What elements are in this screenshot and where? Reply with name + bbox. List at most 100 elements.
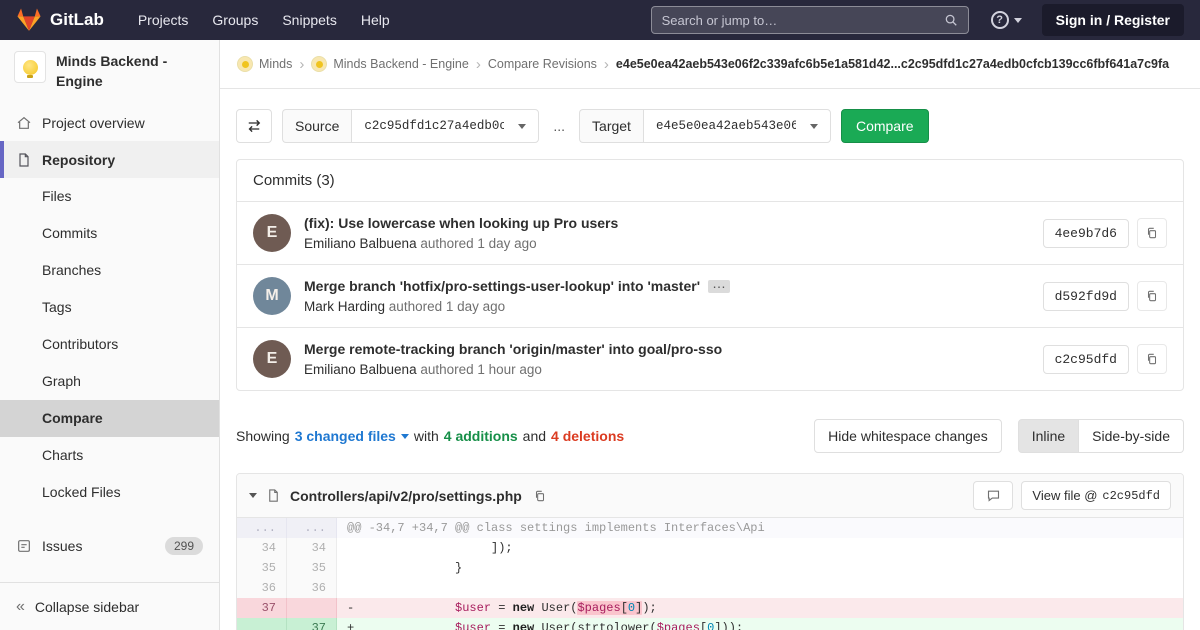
source-ref-dropdown[interactable]: c2c95dfd1c27a4edb0cf… bbox=[351, 109, 540, 143]
compare-button[interactable]: Compare bbox=[840, 109, 929, 143]
new-line-number[interactable]: 34 bbox=[287, 538, 337, 558]
help-menu[interactable] bbox=[990, 11, 1022, 29]
breadcrumb-label: e4e5e0ea42aeb543e06f2c339afc6b5e1a581d42… bbox=[615, 57, 1170, 71]
compare-form: Source c2c95dfd1c27a4edb0cf… ... Target … bbox=[236, 109, 1184, 143]
nav-link-projects[interactable]: Projects bbox=[126, 0, 201, 40]
old-line-number[interactable]: ... bbox=[237, 518, 287, 538]
group-avatar bbox=[237, 56, 253, 72]
avatar: E bbox=[253, 340, 291, 378]
commit-meta-text: authored 1 day ago bbox=[420, 236, 537, 251]
sidebar-item-charts[interactable]: Charts bbox=[0, 437, 219, 474]
hide-whitespace-button[interactable]: Hide whitespace changes bbox=[814, 419, 1002, 453]
commit-actions: 4ee9b7d6 bbox=[1042, 218, 1167, 248]
changed-files-dropdown[interactable]: 3 changed files bbox=[295, 428, 409, 444]
nav-link-help[interactable]: Help bbox=[349, 0, 402, 40]
diff-line: ...... @@ -34,7 +34,7 @@ class settings i… bbox=[237, 518, 1183, 538]
copy-sha-button[interactable] bbox=[1137, 218, 1167, 248]
copy-file-path-button[interactable] bbox=[531, 487, 549, 505]
diff-file-actions: View file @ c2c95dfd bbox=[973, 481, 1171, 510]
diff-line: 37 - $user = new User($pages[0]); bbox=[237, 598, 1183, 618]
breadcrumb-label: Minds bbox=[259, 57, 293, 71]
diff-line: 34 34 ]); bbox=[237, 538, 1183, 558]
collapse-sidebar-button[interactable]: Collapse sidebar bbox=[0, 582, 219, 630]
sidebar-item-files[interactable]: Files bbox=[0, 178, 219, 215]
target-ref-group: Target e4e5e0ea42aeb543e06f… bbox=[579, 109, 831, 143]
new-line-number[interactable]: 37 bbox=[287, 618, 337, 630]
expand-commit-message-button[interactable] bbox=[708, 279, 731, 293]
sidebar-item-issues[interactable]: Issues 299 bbox=[0, 527, 219, 564]
collapse-icon bbox=[16, 598, 25, 616]
sidebar-item-contributors[interactable]: Contributors bbox=[0, 326, 219, 363]
sidebar-item-locked-files[interactable]: Locked Files bbox=[0, 474, 219, 511]
side-by-side-view-button[interactable]: Side-by-side bbox=[1079, 419, 1184, 453]
commit-author-link[interactable]: Emiliano Balbuena bbox=[304, 236, 417, 251]
view-file-sha: c2c95dfd bbox=[1102, 488, 1160, 503]
project-context[interactable]: Minds Backend - Engine bbox=[0, 40, 219, 104]
file-icon bbox=[269, 489, 278, 502]
commit-row: E Merge remote-tracking branch 'origin/m… bbox=[237, 328, 1183, 390]
old-line-number[interactable] bbox=[237, 618, 287, 630]
commit-info: (fix): Use lowercase when looking up Pro… bbox=[304, 215, 1018, 251]
chevron-down-icon bbox=[809, 123, 818, 129]
view-file-label: View file @ bbox=[1032, 488, 1098, 503]
sidebar-item-compare[interactable]: Compare bbox=[0, 400, 219, 438]
inline-view-button[interactable]: Inline bbox=[1017, 419, 1080, 453]
commit-author-link[interactable]: Mark Harding bbox=[304, 299, 385, 314]
breadcrumb-item-compare-revisions[interactable]: Compare Revisions bbox=[488, 57, 597, 71]
sidebar-item-repository[interactable]: Repository bbox=[0, 141, 219, 179]
old-line-number[interactable]: 37 bbox=[237, 598, 287, 618]
nav-link-snippets[interactable]: Snippets bbox=[270, 0, 348, 40]
commit-sha[interactable]: 4ee9b7d6 bbox=[1042, 218, 1129, 248]
old-line-number[interactable]: 35 bbox=[237, 558, 287, 578]
view-file-button[interactable]: View file @ c2c95dfd bbox=[1021, 481, 1171, 510]
commit-title-link[interactable]: Merge remote-tracking branch 'origin/mas… bbox=[304, 341, 722, 357]
diff-file-header: Controllers/api/v2/pro/settings.php View… bbox=[237, 474, 1183, 518]
commit-author-link[interactable]: Emiliano Balbuena bbox=[304, 362, 417, 377]
file-path[interactable]: Controllers/api/v2/pro/settings.php bbox=[290, 488, 522, 504]
old-line-number[interactable]: 34 bbox=[237, 538, 287, 558]
chevron-right-icon bbox=[604, 56, 609, 73]
sidebar-item-label: Issues bbox=[42, 537, 83, 554]
sidebar-item-graph[interactable]: Graph bbox=[0, 363, 219, 400]
breadcrumb-item-minds[interactable]: Minds bbox=[237, 56, 292, 72]
diff-line-content: @@ -34,7 +34,7 @@ class settings impleme… bbox=[337, 518, 1183, 538]
commit-info: Merge branch 'hotfix/pro-settings-user-l… bbox=[304, 278, 1018, 314]
new-line-number[interactable] bbox=[287, 598, 337, 618]
diff-line-content: } bbox=[347, 561, 463, 575]
copy-sha-button[interactable] bbox=[1137, 344, 1167, 374]
commit-row: E (fix): Use lowercase when looking up P… bbox=[237, 202, 1183, 265]
new-line-number[interactable]: 35 bbox=[287, 558, 337, 578]
commit-sha[interactable]: c2c95dfd bbox=[1042, 344, 1129, 374]
sidebar-item-branches[interactable]: Branches bbox=[0, 252, 219, 289]
new-line-number[interactable]: ... bbox=[287, 518, 337, 538]
sidebar-item-tags[interactable]: Tags bbox=[0, 289, 219, 326]
home-icon bbox=[17, 116, 31, 129]
target-label: Target bbox=[579, 109, 643, 143]
diff-line: 37 + $user = new User(strtolower($pages[0… bbox=[237, 618, 1183, 630]
toggle-comments-button[interactable] bbox=[973, 481, 1014, 510]
diff-table: ...... @@ -34,7 +34,7 @@ class settings i… bbox=[237, 518, 1183, 630]
sidebar-item-commits[interactable]: Commits bbox=[0, 215, 219, 252]
gitlab-logo[interactable]: GitLab bbox=[16, 7, 104, 33]
nav-link-groups[interactable]: Groups bbox=[200, 0, 270, 40]
old-line-number[interactable]: 36 bbox=[237, 578, 287, 598]
commit-title-link[interactable]: Merge branch 'hotfix/pro-settings-user-l… bbox=[304, 278, 700, 294]
diff-line: 35 35 } bbox=[237, 558, 1183, 578]
target-ref-dropdown[interactable]: e4e5e0ea42aeb543e06f… bbox=[642, 109, 831, 143]
new-line-number[interactable]: 36 bbox=[287, 578, 337, 598]
sign-in-button[interactable]: Sign in / Register bbox=[1041, 4, 1184, 36]
copy-icon bbox=[1147, 227, 1157, 239]
help-icon bbox=[990, 11, 1009, 29]
breadcrumb-item-project[interactable]: Minds Backend - Engine bbox=[311, 56, 469, 72]
commit-sha[interactable]: d592fd9d bbox=[1042, 281, 1129, 311]
diff-view-controls: Hide whitespace changes Inline Side-by-s… bbox=[814, 419, 1184, 453]
swap-revisions-button[interactable] bbox=[236, 109, 272, 143]
sidebar-item-label: Repository bbox=[42, 151, 116, 168]
sidebar-item-project-overview[interactable]: Project overview bbox=[0, 104, 219, 141]
search-input[interactable]: Search or jump to… bbox=[650, 6, 969, 34]
copy-sha-button[interactable] bbox=[1137, 281, 1167, 311]
commit-title-link[interactable]: (fix): Use lowercase when looking up Pro… bbox=[304, 215, 618, 231]
collapse-file-icon[interactable] bbox=[249, 493, 257, 498]
commit-actions: c2c95dfd bbox=[1042, 344, 1167, 374]
breadcrumb-item-sha-range: e4e5e0ea42aeb543e06f2c339afc6b5e1a581d42… bbox=[616, 57, 1169, 71]
